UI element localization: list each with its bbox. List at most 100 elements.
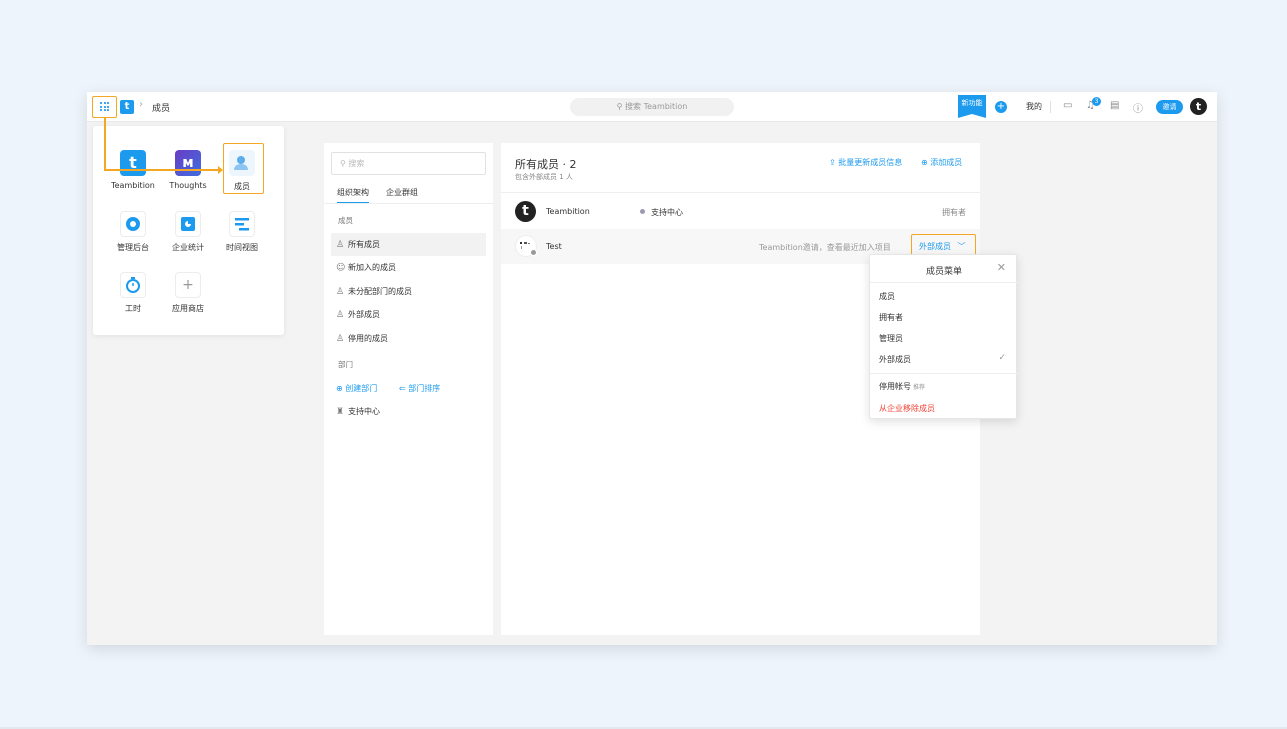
invite-button[interactable]: 邀请 [1156,100,1183,114]
top-bar: t › 成员 ⚲ 搜索 Teambition 新功能 + 我的 ▭ ♫ 3 ▤ … [87,92,1217,122]
menu-item-owner[interactable]: 拥有者 [879,312,903,323]
plus-circle-icon: ⊕ [336,384,343,393]
message-icon[interactable]: ▤ [1110,100,1119,111]
breadcrumb: 成员 [152,104,171,114]
admin-icon [120,211,146,237]
app-store[interactable]: + 应用商店 [161,272,215,314]
nav-disabled-members[interactable]: ♙ 停用的成员 [331,327,486,350]
tab-org-structure[interactable]: 组织架构 [337,187,369,204]
help-icon[interactable]: ⓘ [1133,100,1143,115]
dept-dot-icon [640,209,645,214]
disable-note: 推荐 [913,384,926,391]
teambition-icon: t [120,150,146,176]
dept-label: 支持中心 [348,407,380,416]
create-dept-button[interactable]: ⊕ 创建部门 [336,383,377,394]
app-timeline[interactable]: 时间视图 [215,211,269,253]
members-section-title: 成员 [338,216,353,225]
nav-item-label: 新加入的成员 [348,263,396,272]
menu-item-remove[interactable]: 从企业移除成员 [879,403,935,414]
member-name: Test [546,242,562,251]
menu-item-disable[interactable]: 停用帐号 推荐 [879,381,925,392]
divider [870,373,1018,374]
close-icon[interactable]: ✕ [997,261,1006,274]
bulk-update-button[interactable]: ⇪ 批量更新成员信息 [829,157,902,168]
nav-item-label: 外部成员 [348,310,380,319]
tab-groups[interactable]: 企业群组 [386,187,418,198]
sort-dept-button[interactable]: ⇐ 部门排序 [399,383,440,394]
stats-icon [175,211,201,237]
new-feature-badge[interactable]: 新功能 [958,95,986,118]
member-row[interactable]: t Teambition 支持中心 拥有者 [501,194,980,229]
guide-arrow-icon [218,166,223,174]
sort-icon: ⇐ [399,384,406,393]
dept-support-center[interactable]: ♜ 支持中心 [331,400,486,423]
check-icon: ✓ [998,353,1006,363]
chevron-down-icon: ﹀ [957,242,966,251]
menu-item-member[interactable]: 成员 [879,291,895,302]
bulk-update-label: 批量更新成员信息 [838,158,903,167]
user-icon: ♙ [336,240,345,250]
nav-external-members[interactable]: ♙ 外部成员 [331,303,486,326]
app-label: 管理后台 [117,243,149,252]
divider [501,192,980,193]
app-label: Teambition [111,181,155,190]
nav-item-label: 所有成员 [348,240,380,249]
nav-unassigned-members[interactable]: ♙ 未分配部门的成员 [331,280,486,303]
grid-icon [100,102,109,111]
external-user-icon: ♙ [336,310,345,320]
app-label: 时间视图 [226,243,258,252]
mine-link[interactable]: 我的 [1026,101,1042,112]
members-highlight [223,143,264,194]
app-admin[interactable]: 管理后台 [106,211,160,253]
timer-icon [120,272,146,298]
add-member-button[interactable]: ⊕ 添加成员 [921,157,962,168]
app-label: 工时 [125,304,141,313]
user-avatar[interactable]: t [1190,98,1207,115]
app-stats[interactable]: 企业统计 [161,211,215,253]
chevron-right-icon: › [139,99,143,110]
app-label: 应用商店 [172,304,204,313]
member-dept: 支持中心 [640,207,683,218]
page-subtitle: 包含外部成员 1 人 [515,173,573,181]
disable-label: 停用帐号 [879,382,911,391]
quick-add-icon[interactable]: + [995,101,1007,113]
timeline-icon [229,211,255,237]
app-timer[interactable]: 工时 [106,272,160,314]
guide-line [104,118,106,170]
member-search-input[interactable]: ⚲ 搜索 [331,152,486,175]
app-window: t › 成员 ⚲ 搜索 Teambition 新功能 + 我的 ▭ ♫ 3 ▤ … [87,92,1217,645]
member-role: 拥有者 [942,208,966,217]
dept-section-title: 部门 [338,360,353,369]
smile-icon: ☺ [336,263,346,273]
nav-item-label: 停用的成员 [348,334,388,343]
user-icon: ♙ [336,287,345,297]
app-label: 企业统计 [172,243,204,252]
external-status-icon [530,249,537,256]
upload-icon: ⇪ [829,158,836,167]
nav-item-label: 未分配部门的成员 [348,287,412,296]
menu-item-external[interactable]: 外部成员 [879,354,911,365]
guide-line [104,169,220,171]
nav-new-members[interactable]: ☺ 新加入的成员 [331,256,486,279]
menu-item-admin[interactable]: 管理员 [879,333,903,344]
nav-all-members[interactable]: ♙ 所有成员 [331,233,486,256]
app-grid-button[interactable] [92,96,117,118]
org-panel: ⚲ 搜索 组织架构 企业群组 成员 ♙ 所有成员 ☺ 新加入的成员 ♙ 未分配部门的成… [324,143,493,635]
app-launcher: t Teambition ᴍ Thoughts 成员 管理后台 企业统计 时间视… [93,126,284,335]
dept-icon: ♜ [336,407,345,417]
global-search[interactable]: ⚲ 搜索 Teambition [570,98,734,116]
thoughts-icon: ᴍ [175,150,201,176]
member-name: Teambition [546,207,590,216]
notification-badge: 3 [1092,97,1101,106]
teambition-logo-icon[interactable]: t [120,100,134,114]
tab-divider [324,203,493,204]
add-icon: + [175,272,201,298]
role-dropdown-value: 外部成员 [919,242,951,251]
plus-circle-icon: ⊕ [921,158,928,167]
create-dept-label: 创建部门 [345,384,378,393]
calendar-icon[interactable]: ▭ [1063,100,1072,111]
member-dept-label: 支持中心 [651,208,683,217]
member-note: Teambition邀请，查看最近加入项目 [759,243,891,252]
page-title: 所有成员 · 2 [515,158,577,171]
sort-dept-label: 部门排序 [408,384,441,393]
